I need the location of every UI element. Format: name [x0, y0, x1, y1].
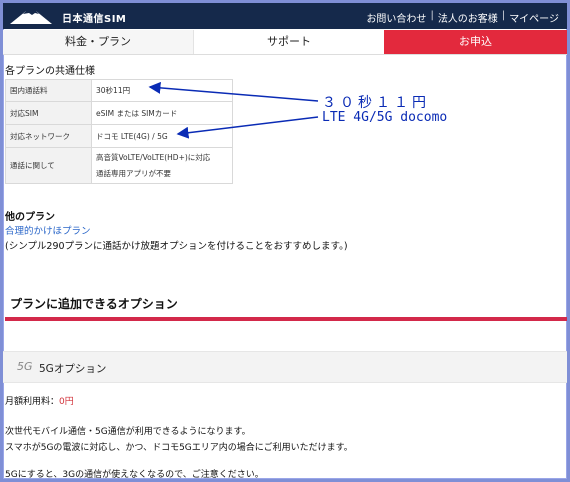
5g-icon: 5G: [17, 360, 33, 373]
logo-text[interactable]: 日本通信SIM: [62, 10, 126, 25]
spec-title: 各プランの共通仕様: [5, 66, 95, 77]
option-warning: 5Gにすると、3Gの通信が使えなくなるので、ご注意ください。: [5, 470, 264, 479]
spec-key: 対応ネットワーク: [5, 124, 92, 148]
page-frame: 日本通信SIM お問い合わせ | 法人のお客様 | マイページ 料金・プラン サ…: [3, 3, 567, 479]
spec-table: 国内通話料 30秒11円 対応SIM eSIM または SIMカード 対応ネット…: [5, 79, 233, 184]
fee-label: 月額利用料：: [5, 397, 60, 407]
spec-value-line: 高音質VoLTE/VoLTE(HD+)に対応: [96, 153, 211, 162]
link-separator: |: [430, 10, 434, 21]
fee-value: 0円: [59, 397, 74, 407]
spec-value: 30秒11円: [91, 79, 233, 102]
spec-key: 国内通話料: [5, 79, 92, 102]
top-links: お問い合わせ | 法人のお客様 | マイページ: [366, 10, 559, 25]
spec-key: 通話に関して: [5, 147, 92, 184]
spec-value-line: 通話専用アプリが不要: [96, 169, 171, 178]
other-plans-title: 他のプラン: [5, 212, 55, 223]
link-separator: |: [501, 10, 506, 21]
contact-link[interactable]: お問い合わせ: [366, 10, 426, 25]
spec-value: 高音質VoLTE/VoLTE(HD+)に対応 通話専用アプリが不要: [91, 147, 233, 184]
options-divider: [5, 317, 567, 321]
options-heading: プランに追加できるオプション: [10, 297, 178, 311]
price-annotation: ３０秒１１円: [322, 95, 430, 111]
table-row: 対応SIM eSIM または SIMカード: [5, 101, 233, 125]
table-row: 通話に関して 高音質VoLTE/VoLTE(HD+)に対応 通話専用アプリが不要: [5, 147, 233, 184]
other-plan-link[interactable]: 合理的かけほプラン: [5, 223, 91, 237]
other-plans-note: (シンプル290プランに通話かけ放題オプションを付けることをおすすめします。): [5, 241, 348, 252]
main-tabs: 料金・プラン サポート お申込: [3, 30, 567, 55]
spec-key: 対応SIM: [5, 101, 92, 125]
option-fee: 月額利用料：0円: [5, 394, 74, 407]
tab-apply[interactable]: お申込: [384, 30, 567, 54]
mount-fuji-logo-icon[interactable]: [10, 8, 52, 24]
network-annotation: LTE 4G/5G docomo: [322, 110, 448, 125]
mypage-link[interactable]: マイページ: [509, 10, 559, 25]
description-line: スマホが5Gの電波に対応し、かつ、ドコモ5Gエリア内の場合にご利用いただけます。: [5, 443, 353, 453]
option-description: 次世代モバイル通信・5G通信が利用できるようになります。 スマホが5Gの電波に対…: [5, 424, 353, 456]
table-row: 国内通話料 30秒11円: [5, 79, 233, 102]
option-5g-header[interactable]: 5G 5Gオプション: [3, 351, 567, 383]
tab-support[interactable]: サポート: [194, 30, 384, 54]
top-header: 日本通信SIM お問い合わせ | 法人のお客様 | マイページ: [3, 3, 567, 29]
corporate-link[interactable]: 法人のお客様: [438, 10, 498, 25]
spec-value: eSIM または SIMカード: [91, 101, 233, 125]
option-5g-label: 5Gオプション: [39, 363, 107, 375]
spec-value: ドコモ LTE(4G) / 5G: [91, 124, 233, 148]
table-row: 対応ネットワーク ドコモ LTE(4G) / 5G: [5, 124, 233, 148]
description-line: 次世代モバイル通信・5G通信が利用できるようになります。: [5, 427, 251, 437]
tab-plans[interactable]: 料金・プラン: [3, 30, 194, 54]
